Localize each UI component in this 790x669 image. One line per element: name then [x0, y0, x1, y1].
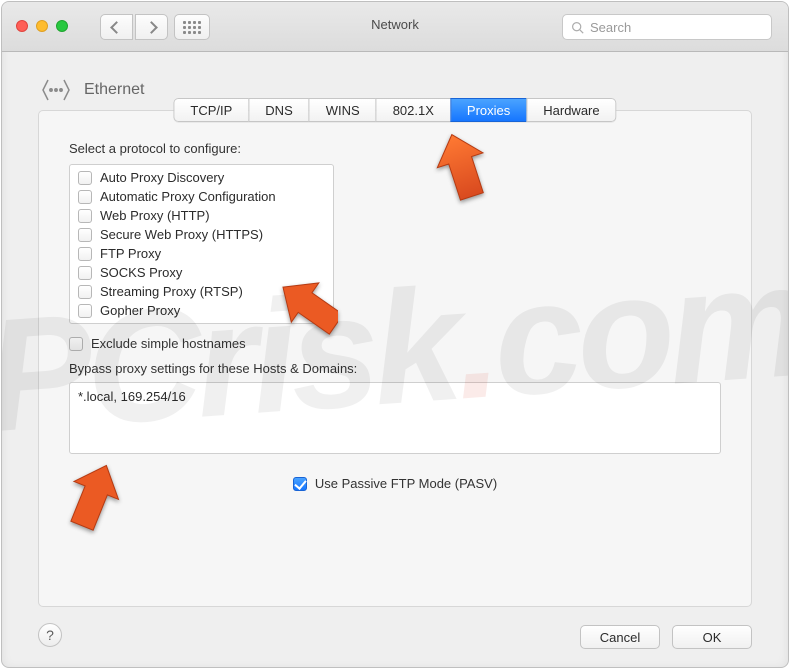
protocol-list[interactable]: Auto Proxy Discovery Automatic Proxy Con…	[69, 164, 334, 324]
action-buttons: Cancel OK	[580, 625, 752, 649]
checkbox[interactable]	[78, 304, 92, 318]
proxies-pane: Select a protocol to configure: Auto Pro…	[69, 141, 721, 588]
search-placeholder: Search	[590, 20, 631, 35]
protocol-item-auto-discovery[interactable]: Auto Proxy Discovery	[70, 168, 333, 187]
passive-ftp-checkbox[interactable]	[293, 477, 307, 491]
bypass-textarea[interactable]: *.local, 169.254/16	[69, 382, 721, 454]
interface-name: Ethernet	[84, 81, 144, 99]
protocol-item-rtsp[interactable]: Streaming Proxy (RTSP)	[70, 282, 333, 301]
help-button[interactable]: ?	[38, 623, 62, 647]
protocol-item-gopher[interactable]: Gopher Proxy	[70, 301, 333, 320]
window-frame: Network Search Ethernet TCP/IP DNS WINS …	[1, 1, 789, 668]
search-field[interactable]: Search	[562, 14, 772, 40]
tab-bar: TCP/IP DNS WINS 802.1X Proxies Hardware	[173, 98, 616, 122]
checkbox[interactable]	[78, 190, 92, 204]
checkbox[interactable]	[78, 266, 92, 280]
tab-hardware[interactable]: Hardware	[526, 98, 616, 122]
protocol-item-http[interactable]: Web Proxy (HTTP)	[70, 206, 333, 225]
passive-ftp-row[interactable]: Use Passive FTP Mode (PASV)	[69, 476, 721, 491]
protocol-item-https[interactable]: Secure Web Proxy (HTTPS)	[70, 225, 333, 244]
tab-dns[interactable]: DNS	[248, 98, 308, 122]
protocol-item-socks[interactable]: SOCKS Proxy	[70, 263, 333, 282]
search-icon	[571, 21, 584, 34]
checkbox[interactable]	[78, 209, 92, 223]
checkbox[interactable]	[78, 247, 92, 261]
protocol-item-auto-config[interactable]: Automatic Proxy Configuration	[70, 187, 333, 206]
titlebar: Network Search	[2, 2, 788, 52]
tab-8021x[interactable]: 802.1X	[376, 98, 450, 122]
exclude-label: Exclude simple hostnames	[91, 336, 246, 351]
ethernet-icon	[40, 74, 72, 106]
settings-panel: TCP/IP DNS WINS 802.1X Proxies Hardware …	[38, 110, 752, 607]
passive-ftp-label: Use Passive FTP Mode (PASV)	[315, 476, 497, 491]
checkbox[interactable]	[78, 285, 92, 299]
tab-proxies[interactable]: Proxies	[450, 98, 526, 122]
interface-header: Ethernet	[40, 74, 144, 106]
tab-wins[interactable]: WINS	[309, 98, 376, 122]
checkbox[interactable]	[78, 171, 92, 185]
tab-tcpip[interactable]: TCP/IP	[173, 98, 248, 122]
exclude-hostnames-row[interactable]: Exclude simple hostnames	[69, 336, 721, 351]
checkbox[interactable]	[78, 228, 92, 242]
exclude-checkbox[interactable]	[69, 337, 83, 351]
cancel-button[interactable]: Cancel	[580, 625, 660, 649]
select-protocol-label: Select a protocol to configure:	[69, 141, 721, 156]
ok-button[interactable]: OK	[672, 625, 752, 649]
bypass-label: Bypass proxy settings for these Hosts & …	[69, 361, 721, 376]
protocol-item-ftp[interactable]: FTP Proxy	[70, 244, 333, 263]
